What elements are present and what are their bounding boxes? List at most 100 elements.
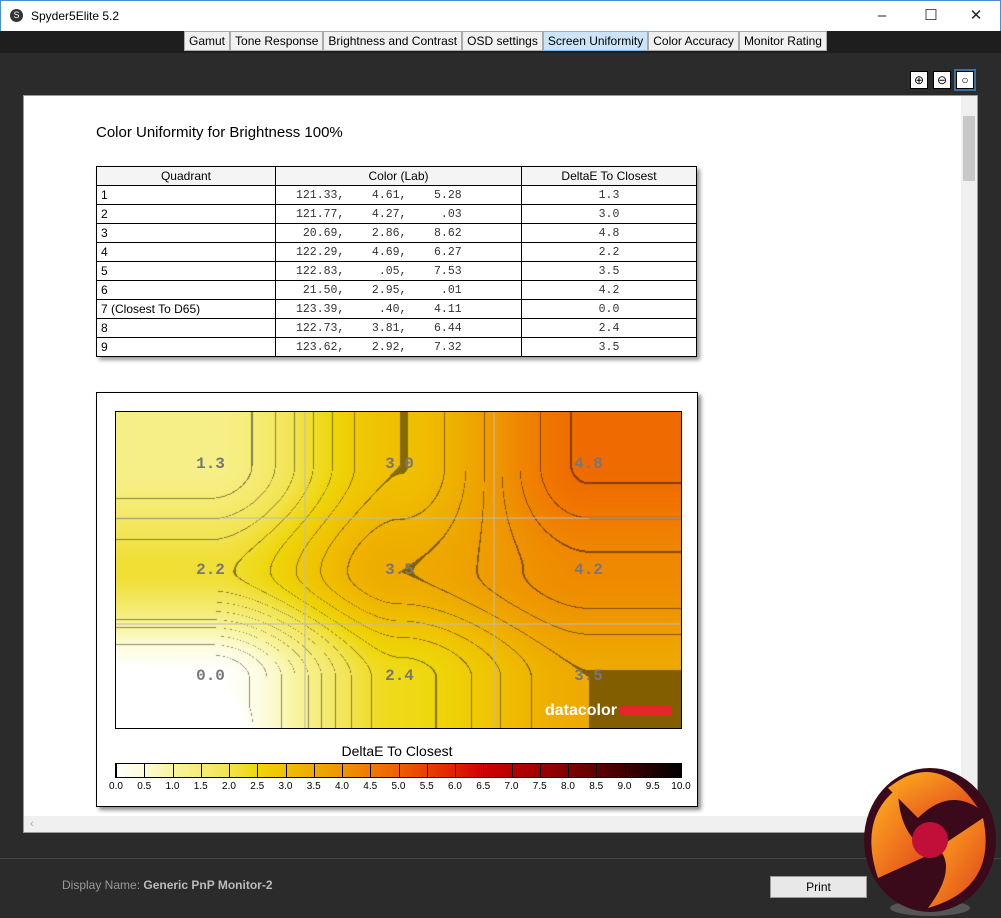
colorbar-tick-label: 7.0 xyxy=(504,781,519,792)
display-name: Display Name: Generic PnP Monitor-2 xyxy=(62,878,273,892)
uniformity-heatmap: datacolor 1.3 3.0 4.8 2.2 3.5 4.2 0.0 2.4 3.5 De… xyxy=(96,392,698,807)
column-header: Quadrant xyxy=(96,166,276,186)
colorbar-tick-label: 7.5 xyxy=(532,781,547,792)
deltae-cell: 2.4 xyxy=(521,318,697,338)
table-row: 7 (Closest To D65) 123.39, .40, 4.11 0.0 xyxy=(96,299,697,319)
display-name-label: Display Name: xyxy=(62,878,141,892)
colorbar-tick-label: 1.0 xyxy=(165,781,180,792)
colorbar-tick-label: 3.0 xyxy=(278,781,293,792)
colorbar-tick-label: 0.5 xyxy=(137,781,152,792)
colorbar-tick-label: 4.5 xyxy=(363,781,378,792)
tab-monitor-rating[interactable]: Monitor Rating xyxy=(738,31,827,51)
deltae-cell: 3.5 xyxy=(521,337,697,357)
deltae-cell: 4.2 xyxy=(521,280,697,300)
colorbar-tick-label: 10.0 xyxy=(671,781,691,792)
colorbar-tick-label: 2.5 xyxy=(250,781,265,792)
uniformity-table: Quadrant Color (Lab) DeltaE To Closest 1… xyxy=(96,166,697,357)
footer-bar: Display Name: Generic PnP Monitor-2 Prin… xyxy=(0,858,1001,918)
colorbar-tick xyxy=(596,764,598,778)
colorbar-tick xyxy=(257,764,259,778)
colorbar-tick-label: 5.0 xyxy=(391,781,406,792)
deltae-cell: 3.0 xyxy=(521,204,697,224)
colorbar-tick xyxy=(116,764,117,778)
table-row: 5 122.83, .05, 7.53 3.5 xyxy=(96,261,697,281)
colorbar-tick xyxy=(144,764,146,778)
close-button[interactable]: ✕ xyxy=(961,5,991,27)
colorbar-tick xyxy=(455,764,456,778)
tab-osd-settings[interactable]: OSD settings xyxy=(462,31,543,51)
colorbar-tick xyxy=(539,764,541,778)
quadrant-value-label: 4.8 xyxy=(574,455,603,473)
lab-cell: 123.39, .40, 4.11 xyxy=(275,299,522,319)
quadrant-value-label: 3.0 xyxy=(385,455,414,473)
colorbar-tick-label: 6.0 xyxy=(448,781,462,792)
colorbar-tick xyxy=(313,764,315,778)
quadrant-cell: 5 xyxy=(96,261,276,281)
title-bar: S Spyder5Elite 5.2 – ☐ ✕ xyxy=(0,0,1001,31)
quadrant-cell: 9 xyxy=(96,337,276,357)
quadrant-cell: 3 xyxy=(96,223,276,243)
colorbar-tick xyxy=(624,764,626,778)
quadrant-value-label: 3.5 xyxy=(385,561,414,579)
colorbar-tick xyxy=(200,764,202,778)
deltae-cell: 3.5 xyxy=(521,261,697,281)
minimize-button[interactable]: – xyxy=(867,5,897,27)
quadrant-value-label: 0.0 xyxy=(196,667,225,685)
app-logo-icon: S xyxy=(10,9,23,22)
colorbar-tick-label: 5.5 xyxy=(419,781,434,792)
maximize-button[interactable]: ☐ xyxy=(916,5,946,27)
scrollbar-thumb[interactable] xyxy=(963,116,975,181)
tab-tone-response[interactable]: Tone Response xyxy=(230,31,324,51)
lab-cell: 123.62, 2.92, 7.32 xyxy=(275,337,522,357)
table-row: 2 121.77, 4.27, .03 3.0 xyxy=(96,204,697,224)
deltae-cell: 0.0 xyxy=(521,299,697,319)
quadrant-value-label: 1.3 xyxy=(196,455,225,473)
colorbar-tick-label: 6.5 xyxy=(476,781,491,792)
column-header: DeltaE To Closest xyxy=(521,166,697,186)
deltae-cell: 1.3 xyxy=(521,185,697,205)
colorbar-tick xyxy=(229,764,230,778)
colorbar-tick xyxy=(483,764,485,778)
colorbar-tick xyxy=(398,764,400,778)
table-row: 4 122.29, 4.69, 6.27 2.2 xyxy=(96,242,697,262)
tab-color-accuracy[interactable]: Color Accuracy xyxy=(648,31,739,51)
tab-gamut[interactable]: Gamut xyxy=(184,31,231,51)
colorbar-tick-label: 0.0 xyxy=(109,781,123,792)
quadrant-cell: 4 xyxy=(96,242,276,262)
lab-cell: 20.69, 2.86, 8.62 xyxy=(275,223,522,243)
vertical-scrollbar[interactable] xyxy=(961,96,977,818)
colorbar-tick xyxy=(681,764,682,778)
table-row: 3 20.69, 2.86, 8.62 4.8 xyxy=(96,223,697,243)
quadrant-value-label: 3.5 xyxy=(574,667,603,685)
tab-bar: Gamut Tone Response Brightness and Contras… xyxy=(184,31,827,51)
colorbar-tick xyxy=(426,764,428,778)
print-button[interactable]: Print xyxy=(770,876,867,898)
colorbar-tick-label: 9.5 xyxy=(645,781,660,792)
colorbar-tick xyxy=(342,764,343,778)
table-row: 8 122.73, 3.81, 6.44 2.4 xyxy=(96,318,697,338)
zoom-in-icon[interactable]: ⊕ xyxy=(910,71,928,89)
colorbar-tick xyxy=(172,764,174,778)
quadrant-cell: 7 (Closest To D65) xyxy=(96,299,276,319)
colorbar-tick-label: 8.0 xyxy=(561,781,575,792)
zoom-fit-icon[interactable]: ○ xyxy=(954,69,976,91)
table-row: 9 123.62, 2.92, 7.32 3.5 xyxy=(96,337,697,357)
quadrant-cell: 8 xyxy=(96,318,276,338)
quadrant-cell: 6 xyxy=(96,280,276,300)
tab-screen-uniformity[interactable]: Screen Uniformity xyxy=(542,31,649,51)
zoom-controls: ⊕ ⊖ ○ xyxy=(910,69,976,91)
colorbar-tick-label: 1.5 xyxy=(193,781,208,792)
tab-brightness-and-contrast[interactable]: Brightness and Contrast xyxy=(323,31,463,51)
table-row: 1 121.33, 4.61, 5.28 1.3 xyxy=(96,185,697,205)
zoom-out-icon[interactable]: ⊖ xyxy=(933,71,951,89)
colorbar-tick xyxy=(511,764,513,778)
horizontal-scrollbar[interactable]: ‹ xyxy=(24,816,963,832)
colorbar-tick-label: 3.5 xyxy=(306,781,321,792)
lab-cell: 121.77, 4.27, .03 xyxy=(275,204,522,224)
lab-cell: 121.33, 4.61, 5.28 xyxy=(275,185,522,205)
column-header: Color (Lab) xyxy=(275,166,522,186)
lab-cell: 122.73, 3.81, 6.44 xyxy=(275,318,522,338)
colorbar-tick xyxy=(285,764,287,778)
colorbar-tick-label: 8.5 xyxy=(589,781,604,792)
watermark-logo-icon xyxy=(864,768,996,916)
